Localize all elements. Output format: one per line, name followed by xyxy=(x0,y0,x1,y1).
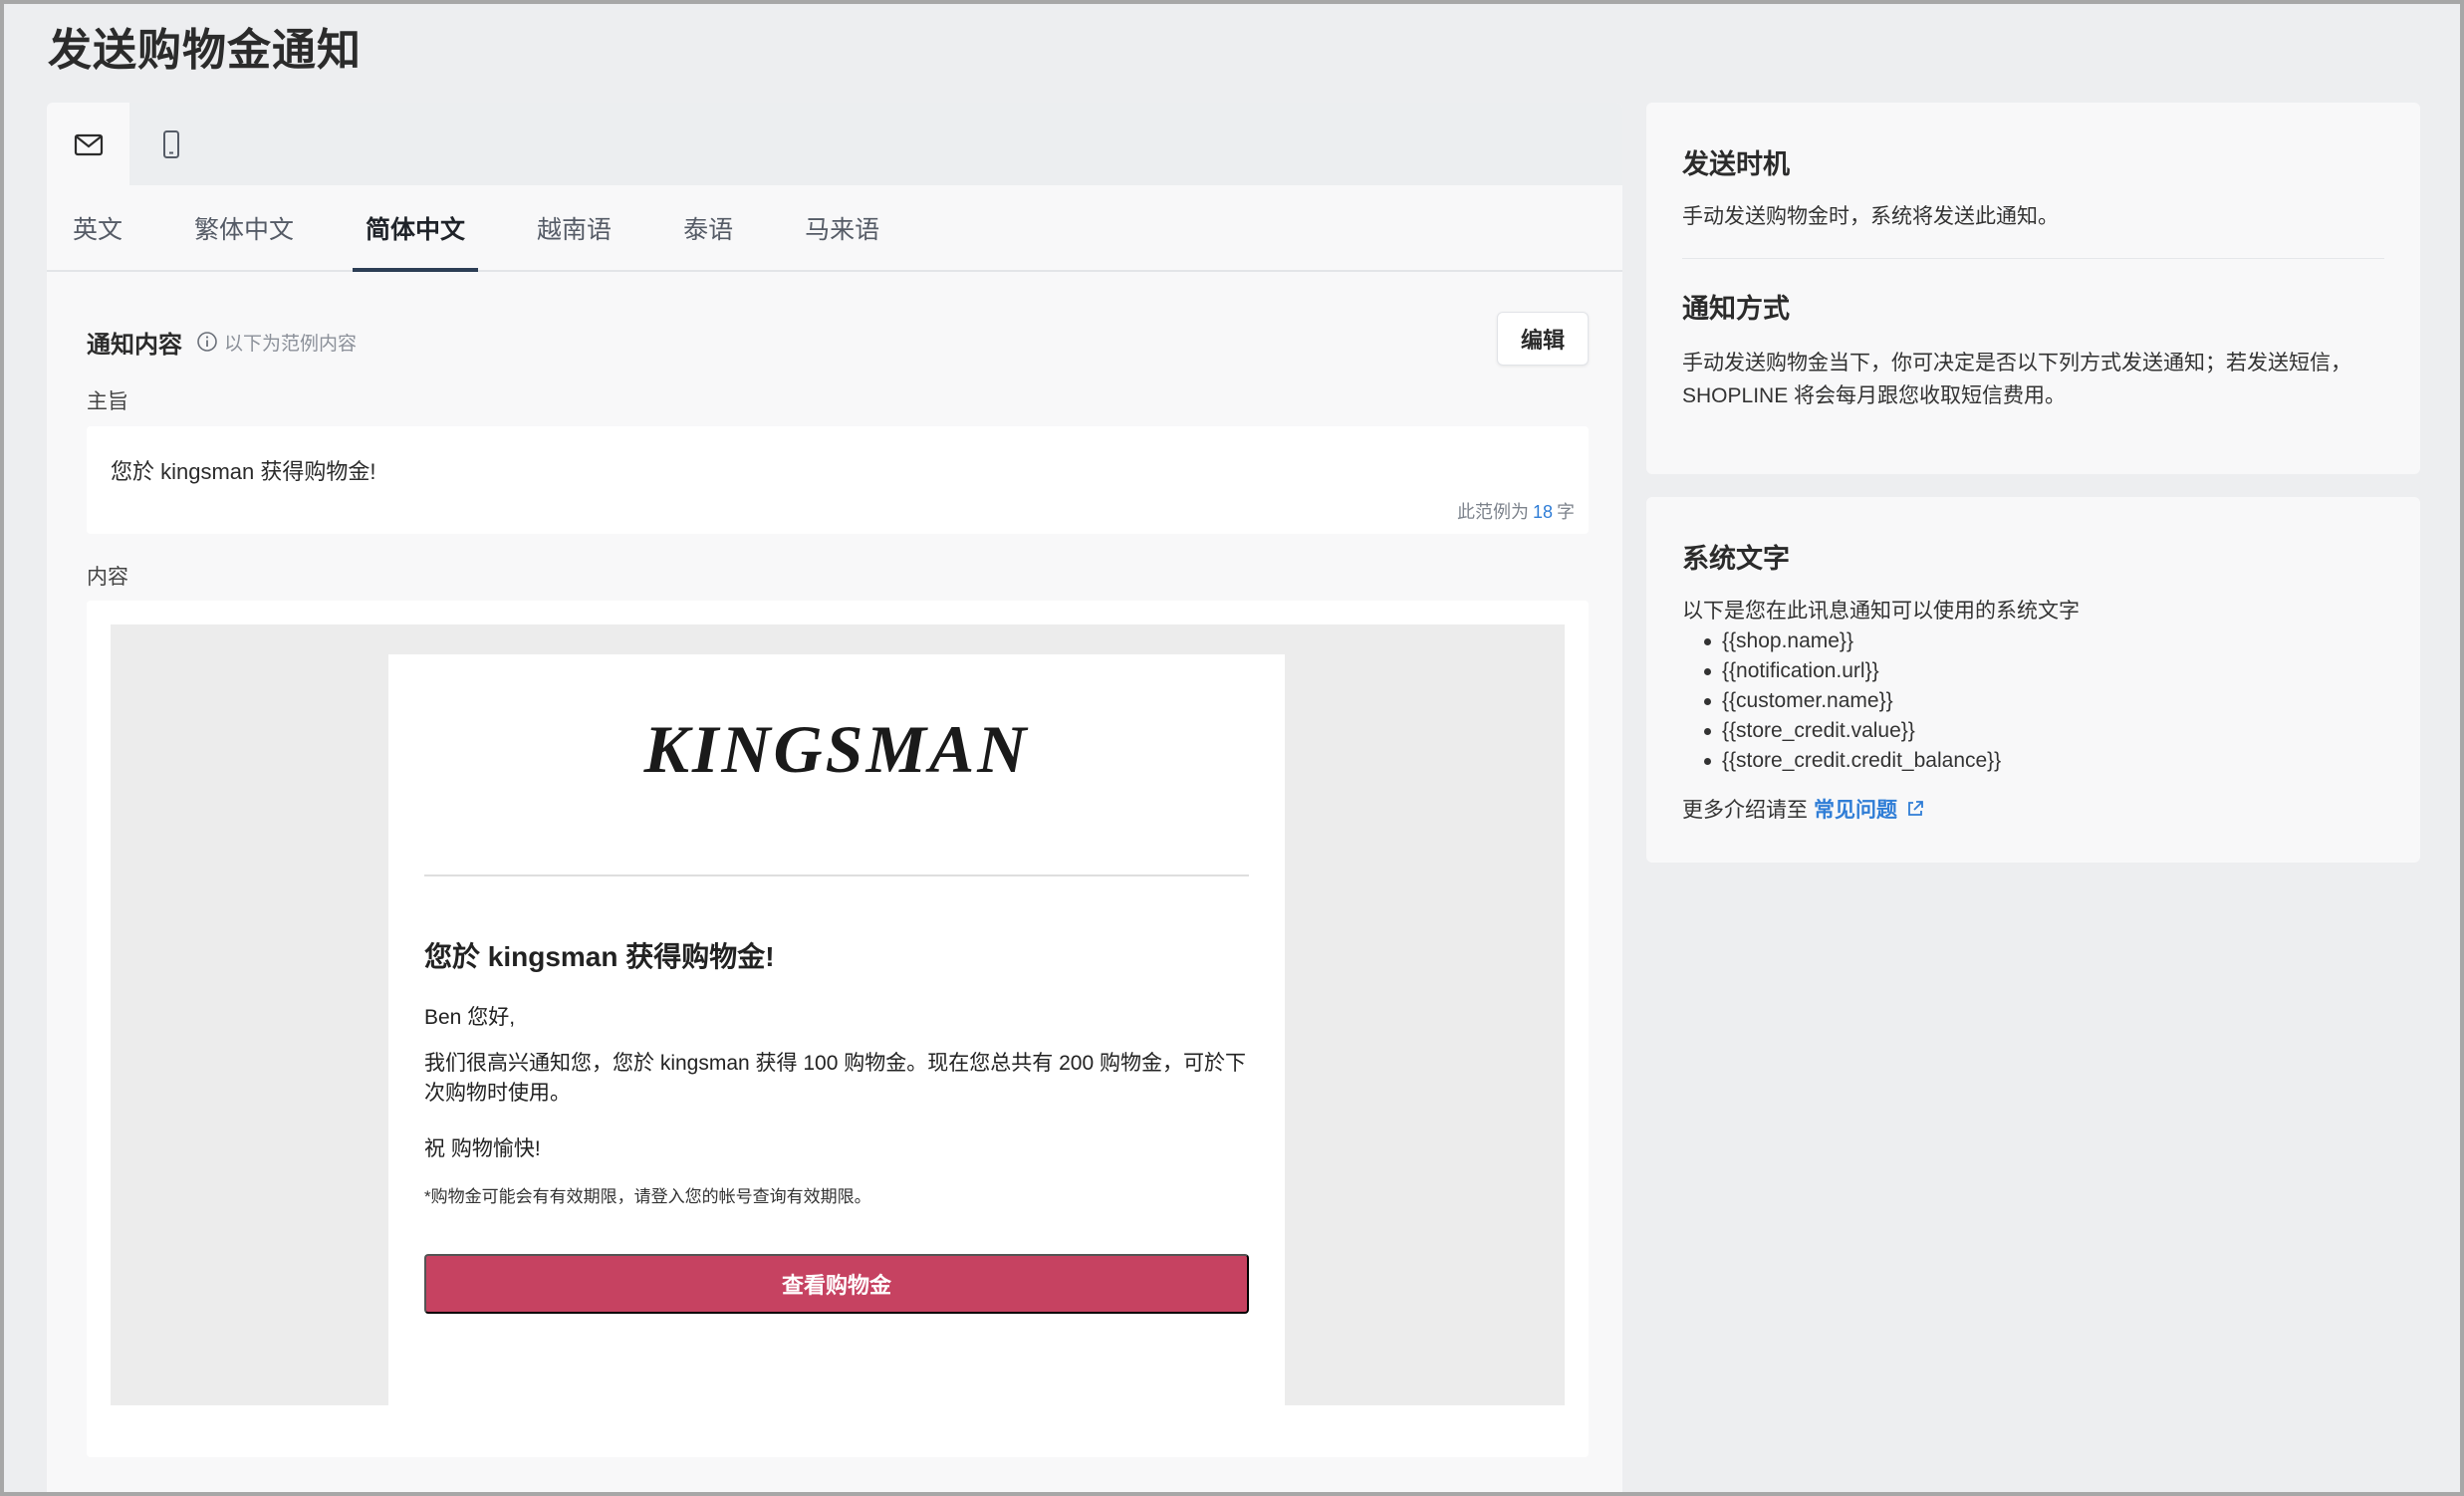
variable-item: {{notification.url}} xyxy=(1704,656,2080,686)
email-divider xyxy=(424,874,1249,876)
timing-title: 发送时机 xyxy=(1682,149,1790,179)
page-title: 发送购物金通知 xyxy=(48,26,362,75)
system-text-card: 系统文字 以下是您在此讯息通知可以使用的系统文字 {{shop.name}} {… xyxy=(1646,497,2420,863)
method-text: 手动发送购物金当下，你可决定是否以下列方式发送通知；若发送短信，SHOPLINE… xyxy=(1682,352,2351,407)
external-link-icon xyxy=(1908,801,1923,816)
content-hint: 以下为范例内容 xyxy=(224,333,358,355)
char-count: 此范例为 18 字 xyxy=(1457,498,1575,524)
tab-thai[interactable]: 泰语 xyxy=(670,185,746,270)
variable-intro: 以下是您在此讯息通知可以使用的系统文字 xyxy=(1682,600,2080,623)
char-count-prefix: 此范例为 xyxy=(1456,502,1529,522)
body-preview: KINGSMAN 您於 kingsman 获得购物金! Ben 您好, 我们很高… xyxy=(87,601,1589,1457)
email-note: *购物金可能会有有效期限，请登入您的帐号查询有效期限。 xyxy=(424,1187,871,1206)
edit-button[interactable]: 编辑 xyxy=(1497,312,1589,366)
method-title: 通知方式 xyxy=(1682,294,1790,324)
notification-editor-panel: 英文 繁体中文 简体中文 越南语 泰语 马来语 通知内容 以下为范例内容 编辑 … xyxy=(47,103,1622,1492)
envelope-icon xyxy=(74,133,103,155)
card-divider xyxy=(1682,258,2384,259)
email-heading: 您於 kingsman 获得购物金! xyxy=(424,941,775,972)
email-body: 我们很高兴通知您，您於 kingsman 获得 100 购物金。现在您总共有 2… xyxy=(424,1052,1246,1105)
more-info-line: 更多介绍请至 常见问题 xyxy=(1682,794,1925,824)
subject-text: 您於 kingsman 获得购物金! xyxy=(111,459,376,484)
timing-text: 手动发送购物金时，系统将发送此通知。 xyxy=(1682,205,2059,228)
sms-tab[interactable] xyxy=(129,103,212,185)
tab-simplified-chinese[interactable]: 简体中文 xyxy=(353,185,479,272)
tab-malay[interactable]: 马来语 xyxy=(792,185,892,270)
info-icon xyxy=(197,332,217,352)
variable-item: {{customer.name}} xyxy=(1704,686,2080,716)
channel-tabs xyxy=(47,103,1622,185)
subject-preview: 您於 kingsman 获得购物金! 此范例为 18 字 xyxy=(87,426,1589,534)
subject-label: 主旨 xyxy=(87,390,128,413)
timing-card: 发送时机 手动发送购物金时，系统将发送此通知。 通知方式 手动发送购物金当下，你… xyxy=(1646,103,2420,474)
email-canvas: KINGSMAN 您於 kingsman 获得购物金! Ben 您好, 我们很高… xyxy=(111,624,1565,1405)
brand-logo: KINGSMAN xyxy=(643,711,1030,787)
tab-traditional-chinese[interactable]: 繁体中文 xyxy=(181,185,307,270)
content-title: 通知内容 xyxy=(87,331,182,359)
email-tab[interactable] xyxy=(47,103,129,185)
variable-item: {{store_credit.value}} xyxy=(1704,716,2080,746)
content-header: 通知内容 以下为范例内容 编辑 xyxy=(87,312,1589,372)
system-text-title: 系统文字 xyxy=(1682,544,1790,574)
email-greeting: Ben 您好, xyxy=(424,1006,516,1029)
char-count-suffix: 字 xyxy=(1557,502,1575,522)
email-card: KINGSMAN 您於 kingsman 获得购物金! Ben 您好, 我们很高… xyxy=(388,654,1285,1405)
tab-vietnamese[interactable]: 越南语 xyxy=(524,185,624,270)
language-tabs: 英文 繁体中文 简体中文 越南语 泰语 马来语 xyxy=(47,185,1622,272)
email-closing: 祝 购物愉快! xyxy=(424,1137,541,1160)
view-store-credit-button[interactable]: 查看购物金 xyxy=(424,1254,1249,1314)
mobile-phone-icon xyxy=(162,129,179,158)
variable-item: {{store_credit.credit_balance}} xyxy=(1704,746,2080,776)
faq-link-label: 常见问题 xyxy=(1814,799,1897,822)
more-info-prefix: 更多介绍请至 xyxy=(1682,799,1808,822)
variable-list: 以下是您在此讯息通知可以使用的系统文字 {{shop.name}} {{noti… xyxy=(1682,597,2080,776)
faq-link[interactable]: 常见问题 xyxy=(1814,794,1925,824)
app-frame: 发送购物金通知 英文 繁体中文 简体中文 越南语 泰语 马来语 通知内容 以下为… xyxy=(4,4,2460,1492)
variable-item: {{shop.name}} xyxy=(1704,626,2080,656)
char-count-value: 18 xyxy=(1532,502,1553,522)
tab-english[interactable]: 英文 xyxy=(60,185,135,270)
body-label: 内容 xyxy=(87,566,128,589)
